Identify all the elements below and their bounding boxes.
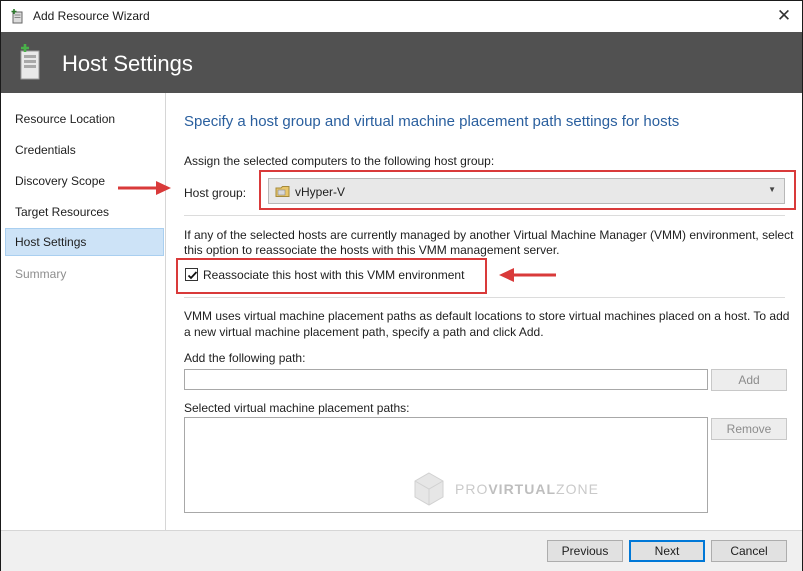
step-host-settings[interactable]: Host Settings <box>5 228 164 256</box>
page-title: Host Settings <box>62 51 193 76</box>
watermark: PROVIRTUALZONE <box>409 469 609 509</box>
divider <box>184 215 785 216</box>
server-icon <box>20 44 40 80</box>
wizard-steps-sidebar: Resource Location Credentials Discovery … <box>1 93 166 530</box>
close-button[interactable]: ✕ <box>772 4 796 28</box>
watermark-logo-icon <box>414 472 444 506</box>
placement-description: VMM uses virtual machine placement paths… <box>184 309 790 339</box>
selected-paths-label: Selected virtual machine placement paths… <box>184 401 410 415</box>
step-target-resources[interactable]: Target Resources <box>5 198 164 226</box>
chevron-down-icon: ▼ <box>768 185 776 194</box>
checkmark-icon <box>187 271 198 280</box>
next-button[interactable]: Next <box>629 540 705 562</box>
assign-label: Assign the selected computers to the fol… <box>184 154 495 168</box>
remove-button[interactable]: Remove <box>711 418 787 440</box>
add-path-label: Add the following path: <box>184 351 306 365</box>
step-summary: Summary <box>15 267 67 281</box>
main-content: Specify a host group and virtual machine… <box>166 93 802 530</box>
host-group-label: Host group: <box>184 186 247 200</box>
wizard-window: Add Resource Wizard ✕ Host Settings Reso… <box>0 0 803 571</box>
host-group-value: vHyper-V <box>295 185 346 199</box>
header-banner: Host Settings <box>1 32 802 93</box>
wizard-footer: Previous Next Cancel <box>1 530 802 571</box>
watermark-text: PROVIRTUALZONE <box>455 481 599 497</box>
step-credentials[interactable]: Credentials <box>5 136 164 164</box>
add-path-input[interactable] <box>184 369 708 390</box>
divider <box>184 297 785 298</box>
reassociate-checkbox[interactable] <box>185 268 198 281</box>
server-add-icon <box>11 9 23 24</box>
section-heading: Specify a host group and virtual machine… <box>184 113 680 130</box>
window-title: Add Resource Wizard <box>33 9 150 23</box>
close-icon: ✕ <box>776 6 792 25</box>
add-button[interactable]: Add <box>711 369 787 391</box>
title-bar: Add Resource Wizard ✕ <box>1 1 802 32</box>
host-group-dropdown[interactable]: vHyper-V ▼ <box>268 178 785 204</box>
step-discovery-scope[interactable]: Discovery Scope <box>5 167 164 195</box>
host-group-folder-icon <box>275 186 290 197</box>
previous-button[interactable]: Previous <box>547 540 623 562</box>
reassociate-description: If any of the selected hosts are current… <box>184 228 794 257</box>
cancel-button[interactable]: Cancel <box>711 540 787 562</box>
step-resource-location[interactable]: Resource Location <box>5 105 164 133</box>
reassociate-checkbox-label[interactable]: Reassociate this host with this VMM envi… <box>203 268 464 282</box>
